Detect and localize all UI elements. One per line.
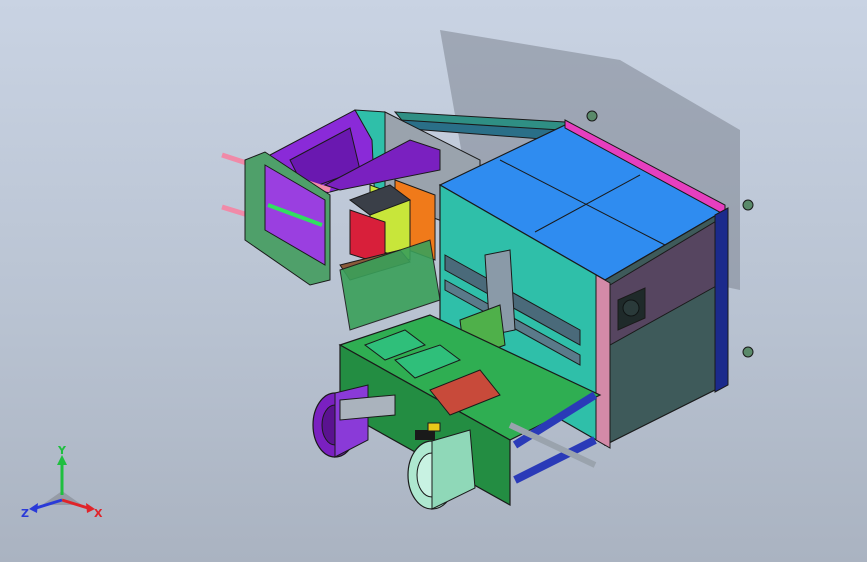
purple-cylinder-body [334,384,369,458]
screw-1 [586,110,598,122]
gray-piston [339,394,396,421]
axis-triad: Y X Z [21,445,103,520]
screw-3 [742,346,754,358]
yellow-actuator [427,422,441,432]
pink-post [595,274,611,449]
screw-2 [742,199,754,211]
triad-z-label: Z [21,507,29,520]
green-cylinder-body [431,429,476,510]
hole-ring [622,299,640,317]
navy-post [714,207,729,393]
triad-y-label: Y [57,445,67,457]
triad-z-arrow [29,503,38,513]
cad-viewport[interactable] [0,0,867,562]
triad-x-label: X [94,507,103,520]
